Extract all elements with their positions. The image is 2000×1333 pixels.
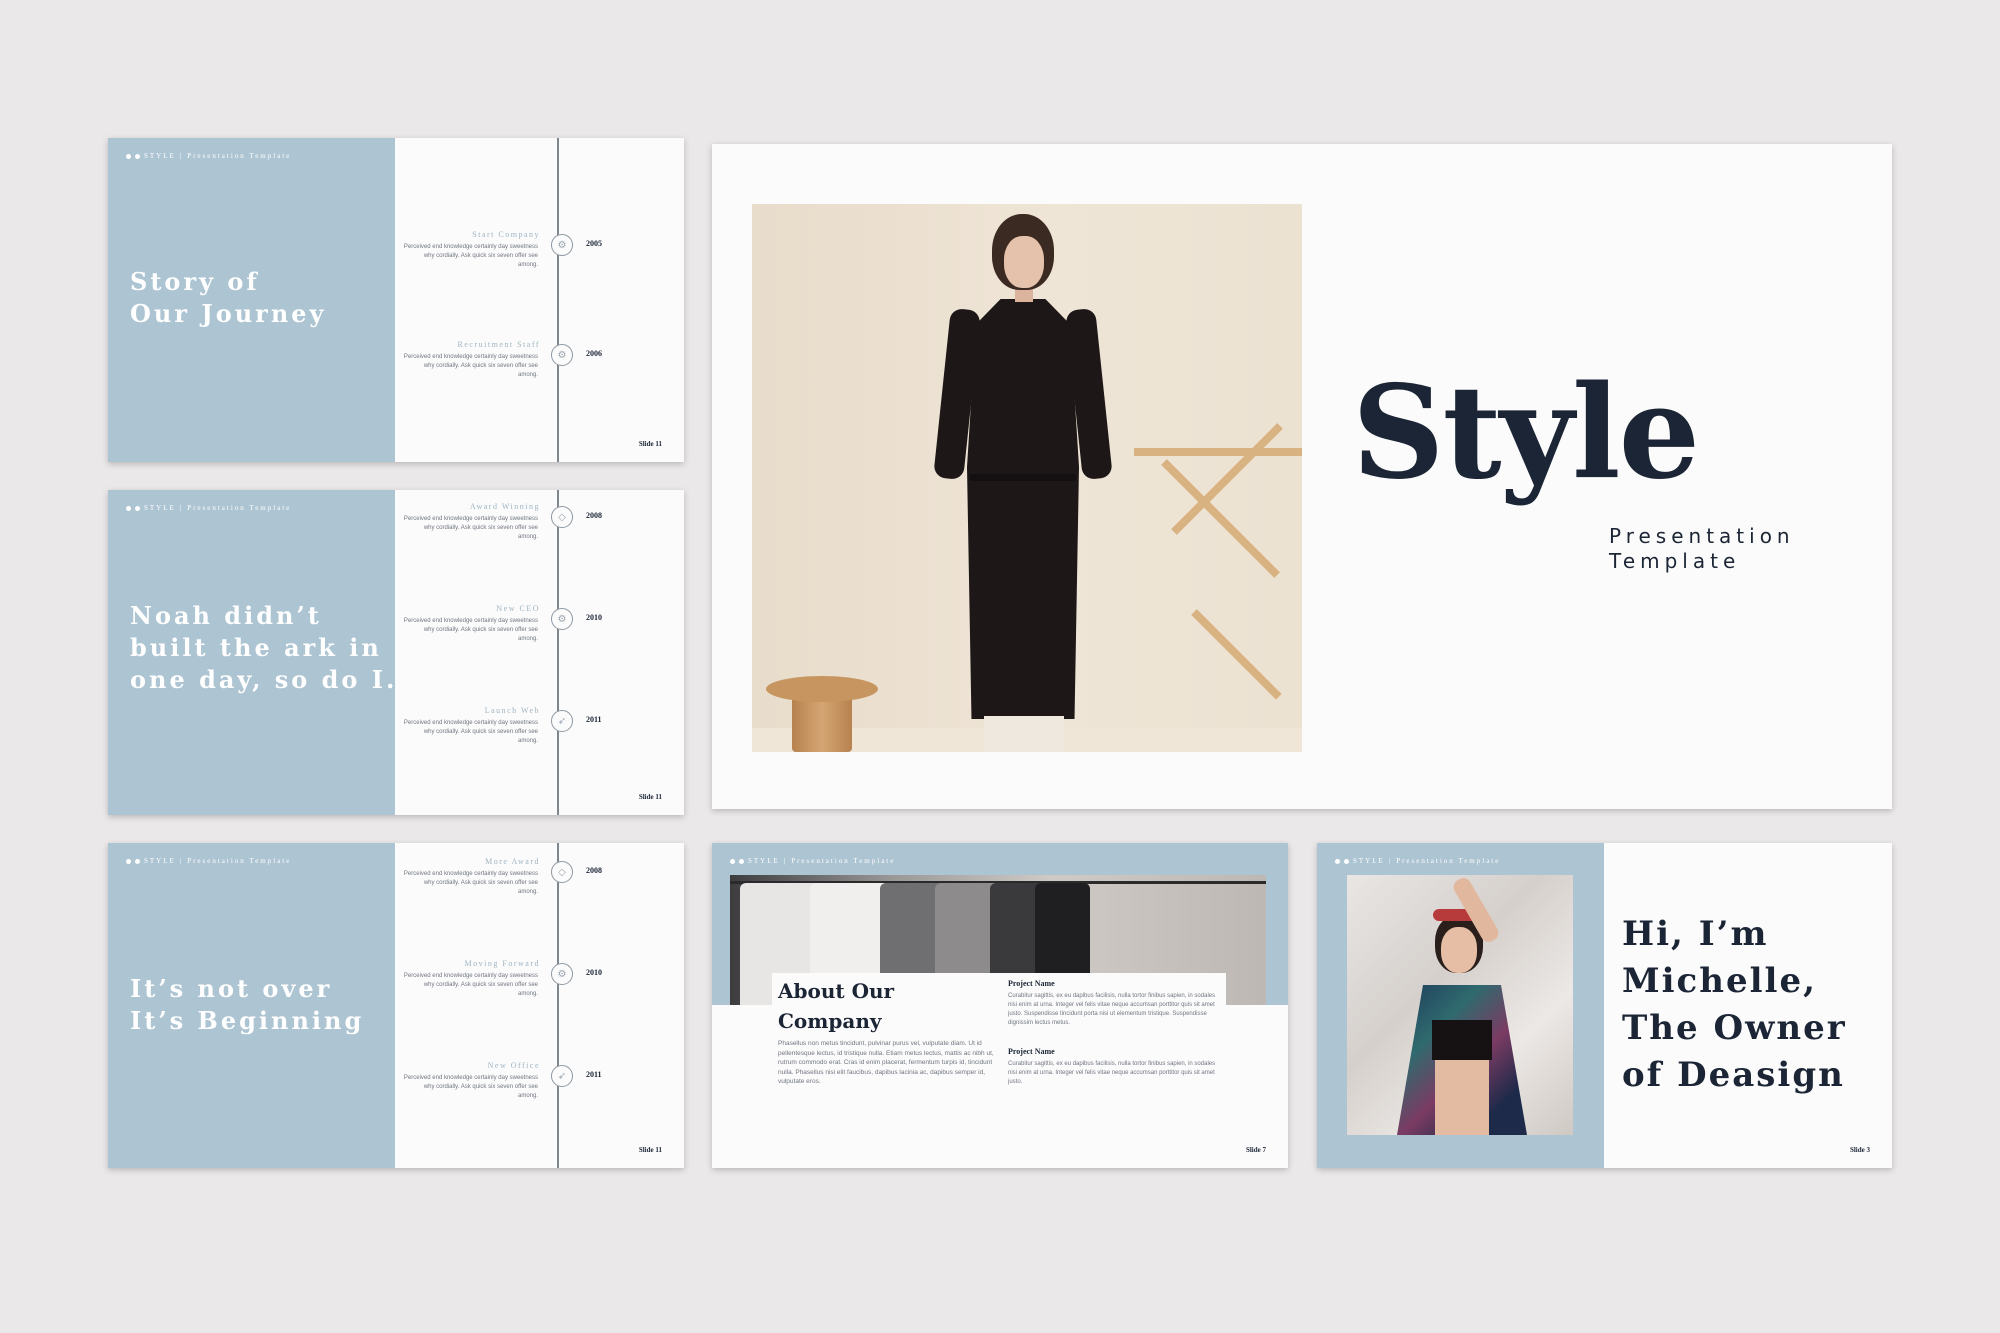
entry-text: Perceived end knowledge certainly day sw… <box>403 244 538 268</box>
brand-header: STYLE | Presentation Template <box>126 857 291 865</box>
brand-subtitle: Presentation Template <box>1396 857 1501 865</box>
slide-title: Story of Our Journey <box>130 266 326 330</box>
brand-header: STYLE | Presentation Template <box>730 857 895 865</box>
entry-heading: Award Winning <box>469 502 540 511</box>
gear-icon: ⚙ <box>551 234 573 256</box>
entry-text: Perceived end knowledge certainly day sw… <box>403 871 538 895</box>
slide-number: Slide 11 <box>638 1146 662 1154</box>
brand-subtitle: Presentation Template <box>187 504 292 512</box>
slide-title: It’s not over It’s Beginning <box>130 973 364 1037</box>
entry-text: Perceived end knowledge certainly day sw… <box>403 354 538 378</box>
slide-number: Slide 7 <box>1245 1146 1266 1154</box>
portrait-photo <box>1347 875 1573 1135</box>
wooden-frame <box>1134 423 1302 738</box>
brand-name: STYLE <box>144 857 176 865</box>
slide-noah[interactable]: STYLE | Presentation Template Noah didn’t … <box>108 490 684 815</box>
brand-name: STYLE <box>748 857 780 865</box>
michelle-title: Hi, I’m Michelle, The Owner of Deasign <box>1622 911 1847 1099</box>
entry-heading: Recruitment Staff <box>457 340 540 349</box>
title-line-1: It’s not over <box>130 974 333 1003</box>
rocket-icon: ➶ <box>551 710 573 732</box>
entry-text: Perceived end knowledge certainly day sw… <box>403 720 538 744</box>
gear-icon: ⚙ <box>551 344 573 366</box>
entry-year: 2008 <box>586 866 602 875</box>
brand-name: STYLE <box>144 504 176 512</box>
brand-header: STYLE | Presentation Template <box>126 152 291 160</box>
entry-text: Perceived end knowledge certainly day sw… <box>403 1075 538 1099</box>
title-line-2: Company <box>778 1009 882 1033</box>
cover-subtitle: Presentation Template <box>1609 524 1795 574</box>
title-line-3: one day, so do I. <box>130 665 398 694</box>
about-title: About Our Company <box>778 976 894 1036</box>
entry-text: Perceived end knowledge certainly day sw… <box>403 618 538 642</box>
title-line-4: of Deasign <box>1622 1055 1845 1095</box>
slide-title: Noah didn’t built the ark in one day, so… <box>130 600 397 696</box>
project-name: Project Name <box>1008 1047 1055 1056</box>
gear-icon: ⚙ <box>551 963 573 985</box>
title-line-1: Noah didn’t <box>130 601 322 630</box>
entry-year: 2010 <box>586 613 602 622</box>
title-line-3: The Owner <box>1622 1008 1847 1048</box>
project-text: Curabitur sagittis, ex eu dapibus facili… <box>1008 1061 1216 1085</box>
black-coat <box>967 299 1079 719</box>
timeline-line <box>557 490 559 815</box>
slide-number: Slide 11 <box>638 793 662 801</box>
slide-about[interactable]: STYLE | Presentation Template About Our Co… <box>712 843 1288 1168</box>
slide-cover[interactable]: Style Presentation Template <box>712 144 1892 809</box>
brand-subtitle: Presentation Template <box>791 857 896 865</box>
title-line-1: About Our <box>778 979 895 1003</box>
entry-heading: More Award <box>485 857 540 866</box>
entry-heading: Launch Web <box>484 706 540 715</box>
entry-year: 2006 <box>586 349 602 358</box>
entry-year: 2011 <box>586 715 602 724</box>
entry-heading: New CEO <box>496 604 540 613</box>
brand-header: STYLE | Presentation Template <box>1335 857 1500 865</box>
diamond-icon: ◇ <box>551 506 573 528</box>
title-line-2: Michelle, <box>1622 961 1817 1001</box>
subtitle-line-1: Presentation <box>1609 524 1795 548</box>
slide-michelle[interactable]: STYLE | Presentation Template Hi, I’m Mich… <box>1317 843 1892 1168</box>
brand-subtitle: Presentation Template <box>187 152 292 160</box>
model-photo <box>752 204 1302 752</box>
rocket-icon: ➶ <box>551 1065 573 1087</box>
slide-number: Slide 3 <box>1849 1146 1870 1154</box>
slide-number: Slide 11 <box>638 440 662 448</box>
entry-heading: Start Company <box>472 230 540 239</box>
subtitle-line-2: Template <box>1609 549 1741 573</box>
project-text: Curabitur sagittis, ex eu dapibus facili… <box>1008 993 1216 1026</box>
cover-title: Style <box>1352 358 1700 508</box>
title-line-2: built the ark in <box>130 633 382 662</box>
entry-heading: Moving Forward <box>464 959 540 968</box>
entry-text: Perceived end knowledge certainly day sw… <box>403 973 538 997</box>
brand-subtitle: Presentation Template <box>187 857 292 865</box>
wooden-stool <box>766 676 878 752</box>
gear-icon: ⚙ <box>551 608 573 630</box>
entry-year: 2011 <box>586 1070 602 1079</box>
timeline-line <box>557 843 559 1168</box>
brand-header: STYLE | Presentation Template <box>126 504 291 512</box>
entry-year: 2005 <box>586 239 602 248</box>
diamond-icon: ◇ <box>551 861 573 883</box>
entry-heading: New Office <box>487 1061 540 1070</box>
title-line-1: Story of <box>130 267 260 296</box>
title-line-2: It’s Beginning <box>130 1006 365 1035</box>
slide-beginning[interactable]: STYLE | Presentation Template It’s not ove… <box>108 843 684 1168</box>
entry-text: Perceived end knowledge certainly day sw… <box>403 516 538 540</box>
title-line-2: Our Journey <box>130 299 327 328</box>
brand-name: STYLE <box>144 152 176 160</box>
slide-journey[interactable]: STYLE | Presentation Template Story of Our… <box>108 138 684 462</box>
brand-name: STYLE <box>1353 857 1385 865</box>
title-line-1: Hi, I’m <box>1622 914 1769 954</box>
entry-year: 2008 <box>586 511 602 520</box>
timeline-line <box>557 138 559 462</box>
about-body: Phasellus non metus tincidunt, pulvinar … <box>778 1040 994 1085</box>
project-name: Project Name <box>1008 979 1055 988</box>
entry-year: 2010 <box>586 968 602 977</box>
